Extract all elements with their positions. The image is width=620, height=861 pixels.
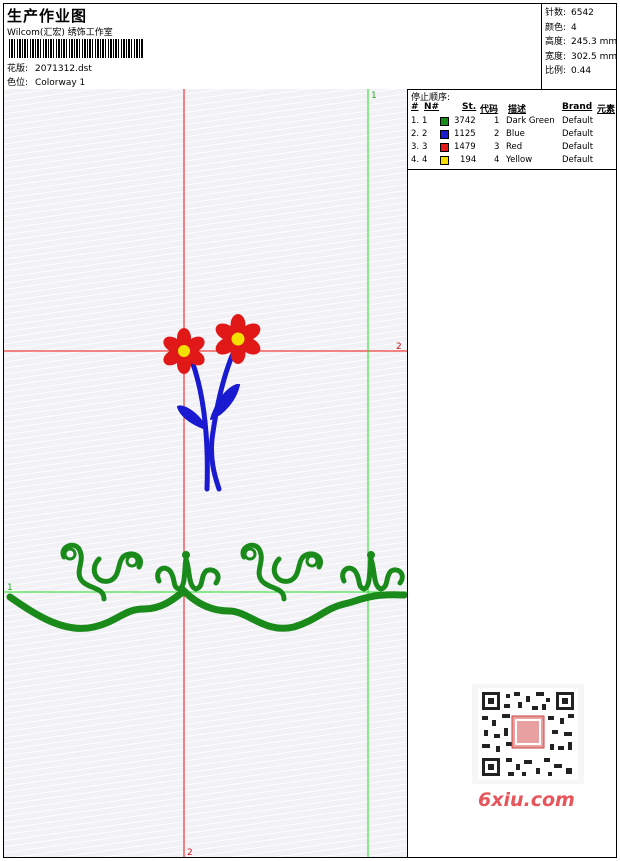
red-vertical-guide-label: 2 xyxy=(187,848,193,857)
company-name: Wilcom(汇宏) 绣饰工作室 xyxy=(7,28,113,38)
color-swatch xyxy=(440,143,449,152)
color-swatch xyxy=(440,156,449,165)
col-header-brand: Brand xyxy=(562,102,593,112)
stat-height: 高度: 245.3 mm xyxy=(545,37,618,47)
color-swatch xyxy=(440,117,449,126)
design-file-label: 花版: xyxy=(7,64,29,74)
red-horizontal-guide-label: 2 xyxy=(396,342,402,352)
col-header-needle: N# xyxy=(424,102,440,112)
right-flower xyxy=(215,314,261,364)
green-horizontal-guide-label: 1 xyxy=(7,583,13,593)
stat-scale: 比例: 0.44 xyxy=(545,66,592,76)
green-vertical-guide-label: 1 xyxy=(371,91,377,101)
color-row: 1. 1 3742 1 Dark Green Default xyxy=(411,116,594,126)
qr-code-image xyxy=(478,688,578,780)
stat-colors: 颜色: 4 xyxy=(545,22,577,33)
design-file-row: 花版: 2071312.dst xyxy=(7,61,92,74)
embroidery-drawing: 1 1 2 2 xyxy=(4,89,407,857)
color-swatch xyxy=(440,130,449,139)
col-header-element: 元素 xyxy=(597,105,616,115)
design-file-value: 2071312.dst xyxy=(35,64,92,74)
sheet-title: 生产作业图 xyxy=(7,7,88,25)
design-preview: 1 1 2 2 xyxy=(4,89,408,857)
col-header-code: 代码 xyxy=(480,105,499,115)
stat-width: 宽度: 302.5 mm xyxy=(545,51,618,62)
color-row: 2. 2 1125 2 Blue Default xyxy=(411,129,594,139)
watermark-text: 6xiu.com xyxy=(478,789,575,811)
col-header-description: 描述 xyxy=(508,105,527,115)
col-header-stitches: St. xyxy=(462,102,477,112)
stat-stitches: 针数: 6542 xyxy=(545,8,594,18)
color-row: 3. 3 1479 3 Red Default xyxy=(411,142,594,152)
qr-code xyxy=(472,684,584,784)
production-sheet: 生产作业图 Wilcom(汇宏) 绣饰工作室 花版: 2071312.dst 色位… xyxy=(3,3,617,858)
col-header-index: # xyxy=(411,102,419,112)
green-scroll-border xyxy=(6,542,407,632)
color-row: 4. 4 194 4 Yellow Default xyxy=(411,155,594,165)
colorway-row: 色位: Colorway 1 xyxy=(7,75,85,88)
colorway-label: 色位: xyxy=(7,78,29,88)
stop-sequence-table: 停止顺序: # N# St. 代码 描述 Brand 元素 1. 1 3742 … xyxy=(408,89,616,170)
design-stats: 针数: 6542 颜色: 4 高度: 245.3 mm 宽度: 302.5 mm 比例:… xyxy=(541,4,618,89)
barcode-image xyxy=(9,39,144,58)
colorway-value: Colorway 1 xyxy=(35,78,86,88)
sheet-header: 生产作业图 Wilcom(汇宏) 绣饰工作室 花版: 2071312.dst 色位… xyxy=(4,4,618,90)
